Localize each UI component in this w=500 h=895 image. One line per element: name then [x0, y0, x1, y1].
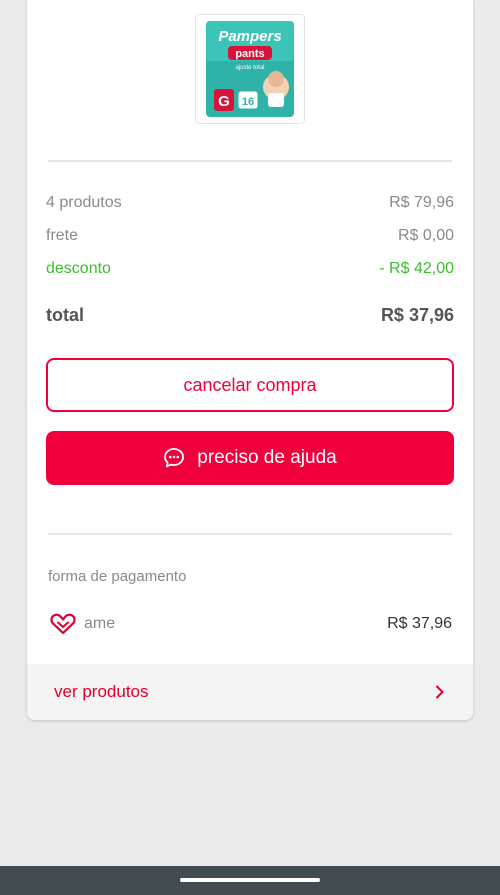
product-image: Pampers pants ajuste total G 16: [206, 21, 294, 117]
heart-icon: [50, 613, 76, 635]
divider-payment: [48, 533, 452, 535]
product-count: 16: [242, 96, 254, 108]
product-brand: Pampers: [218, 28, 281, 45]
home-gesture-handle[interactable]: [180, 878, 320, 882]
total-label: total: [46, 305, 84, 325]
cancel-order-button[interactable]: cancelar compra: [46, 358, 454, 412]
summary-discount-row: desconto - R$ 42,00: [46, 260, 454, 278]
summary-items-row: 4 produtos R$ 79,96: [46, 194, 454, 212]
shipping-label: frete: [46, 227, 79, 244]
order-card: Pampers pants ajuste total G 16 4 produt…: [27, 0, 473, 720]
summary-total-row: total R$ 37,96: [46, 305, 454, 326]
view-products-label: ver produtos: [54, 682, 149, 701]
need-help-button[interactable]: preciso de ajuda: [46, 431, 454, 485]
chat-bubble-icon: [164, 448, 185, 468]
product-tagline: ajuste total: [235, 65, 264, 71]
system-navigation-bar: [0, 866, 500, 895]
payment-method-name: ame: [84, 615, 116, 632]
payment-method-row: ame R$ 37,96: [50, 611, 452, 637]
product-thumbnail[interactable]: Pampers pants ajuste total G 16: [195, 14, 305, 124]
payment-amount: R$ 37,96: [387, 615, 452, 632]
items-value: R$ 79,96: [389, 194, 454, 211]
discount-value: - R$ 42,00: [379, 260, 454, 277]
items-label: 4 produtos: [46, 194, 122, 211]
need-help-label: preciso de ajuda: [197, 447, 337, 468]
product-line: pants: [235, 48, 264, 60]
payment-section-title: forma de pagamento: [48, 568, 187, 585]
product-size: G: [218, 93, 230, 110]
view-products-link[interactable]: ver produtos: [27, 664, 473, 720]
shipping-value: R$ 0,00: [397, 227, 454, 244]
chevron-right-icon: [436, 685, 444, 699]
discount-label: desconto: [46, 260, 111, 277]
total-value: R$ 37,96: [380, 305, 454, 325]
divider-top: [48, 160, 452, 162]
summary-shipping-row: frete R$ 0,00: [46, 227, 454, 245]
cancel-order-label: cancelar compra: [183, 374, 317, 395]
